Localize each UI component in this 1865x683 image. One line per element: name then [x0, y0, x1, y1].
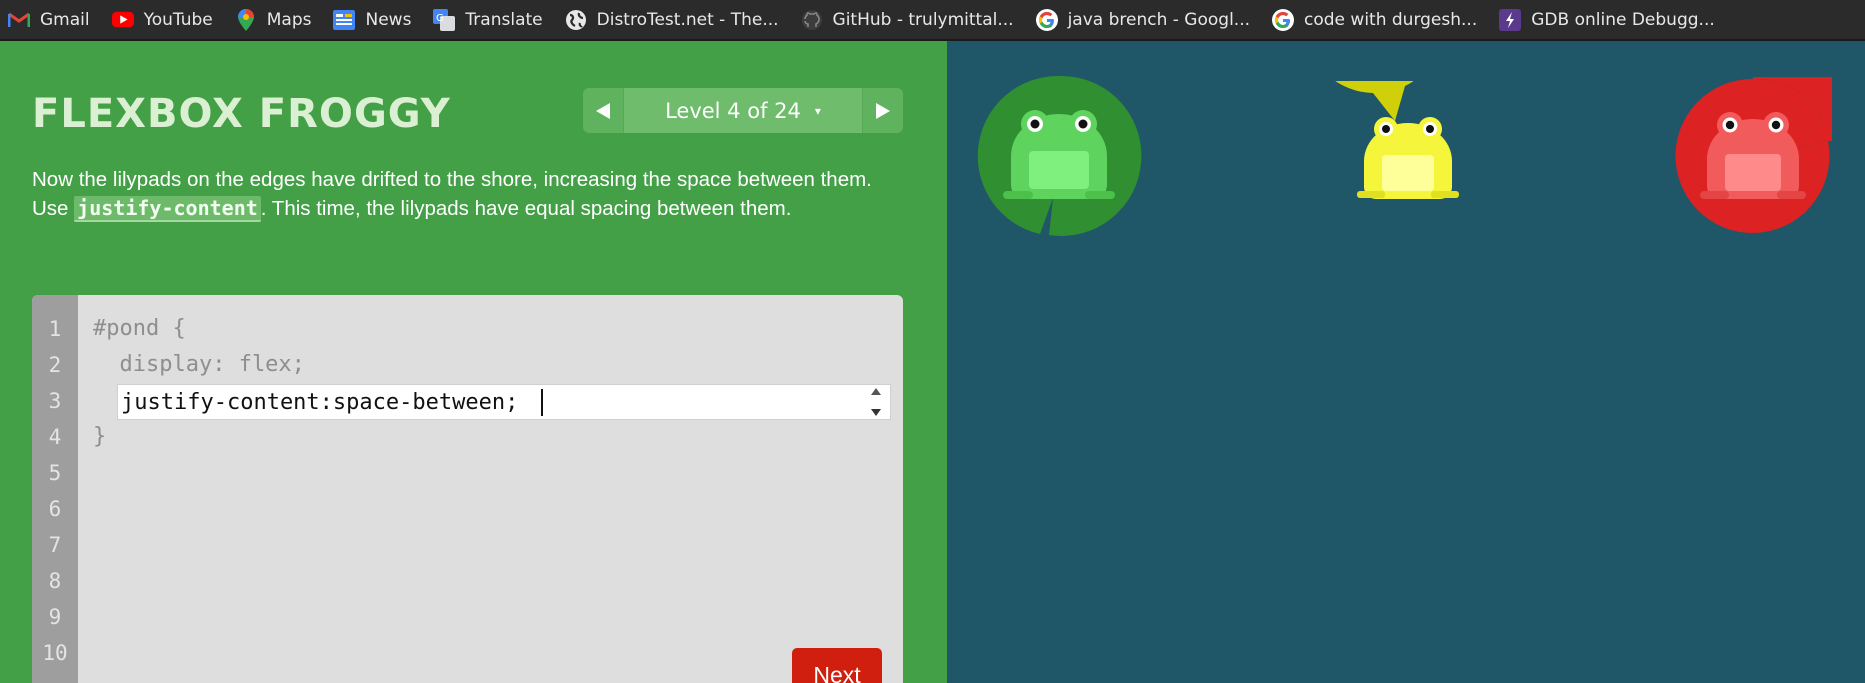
yellow-lilypad	[1335, 81, 1459, 199]
green-lilypad	[977, 75, 1142, 236]
bookmark-label: News	[365, 9, 412, 30]
level-selector[interactable]: Level 4 of 24 ▾	[623, 88, 863, 133]
bookmark-label: GitHub - trulymittal...	[832, 9, 1014, 30]
bookmark-label: Maps	[266, 9, 312, 30]
google-icon	[1272, 8, 1295, 31]
code-line-close-brace: }	[93, 424, 107, 449]
svg-text:G: G	[436, 13, 444, 24]
level-indicator: Level 4 of 24	[665, 98, 801, 123]
line-number: 10	[42, 641, 68, 665]
next-button[interactable]: Next	[792, 648, 882, 683]
css-input[interactable]	[118, 385, 862, 419]
game-title: FLEXBOX FROGGY	[32, 91, 451, 137]
triangle-right-icon	[876, 102, 890, 119]
pond	[947, 41, 1865, 683]
line-number: 9	[48, 605, 62, 629]
bookmark-label: Gmail	[40, 9, 90, 30]
line-number: 2	[48, 353, 62, 377]
line-number: 4	[48, 425, 62, 449]
globe-icon	[565, 9, 587, 31]
level-instructions: Now the lilypads on the edges have drift…	[32, 165, 912, 223]
text-cursor	[541, 389, 543, 416]
bookmark-github[interactable]: GitHub - trulymittal...	[793, 5, 1024, 35]
bookmark-youtube[interactable]: YouTube	[104, 5, 223, 35]
maps-icon	[235, 8, 257, 31]
level-navigation: Level 4 of 24 ▾	[583, 88, 903, 133]
line-number: 5	[48, 461, 62, 485]
code-area: #pond { display: flex; }	[93, 311, 889, 455]
property-code: justify-content	[74, 196, 261, 222]
triangle-left-icon	[596, 102, 610, 119]
bookmark-translate[interactable]: G Translate	[425, 5, 552, 35]
next-level-button[interactable]	[863, 88, 903, 133]
github-icon	[801, 9, 823, 31]
scroll-down-icon[interactable]	[871, 409, 881, 416]
caret-down-icon: ▾	[814, 103, 821, 118]
bookmark-label: DistroTest.net - The...	[596, 9, 779, 30]
bookmark-gdb-online[interactable]: GDB online Debugg...	[1491, 5, 1725, 35]
line-number: 6	[48, 497, 62, 521]
youtube-icon	[111, 9, 134, 31]
line-number: 3	[48, 389, 62, 413]
instructions-panel: FLEXBOX FROGGY Level 4 of 24 ▾ Now the l…	[0, 41, 947, 683]
yellow-frog	[1357, 117, 1459, 199]
scroll-up-icon[interactable]	[871, 388, 881, 395]
gdb-icon	[1499, 8, 1522, 31]
bookmark-label: YouTube	[143, 9, 213, 30]
translate-icon: G	[433, 8, 456, 31]
bookmark-java-brench[interactable]: java brench - Googl...	[1028, 5, 1260, 35]
bookmark-code-with-durgesh[interactable]: code with durgesh...	[1264, 5, 1487, 35]
previous-level-button[interactable]	[583, 88, 623, 133]
line-number: 7	[48, 533, 62, 557]
css-editor: 1 2 3 4 5 6 7 8 9 10 #pond { display: fl…	[32, 295, 903, 683]
bookmark-distrotest[interactable]: DistroTest.net - The...	[557, 5, 789, 35]
bookmark-label: java brench - Googl...	[1067, 9, 1251, 30]
bookmark-news[interactable]: News	[325, 5, 421, 35]
instructions-text-after: . This time, the lilypads have equal spa…	[260, 197, 792, 220]
bookmark-label: GDB online Debugg...	[1531, 9, 1715, 30]
news-icon	[333, 9, 356, 31]
bookmarks-bar: Gmail YouTube Maps News G Translate Dist…	[0, 0, 1865, 41]
code-line-selector: #pond {	[93, 316, 186, 341]
line-number: 1	[48, 317, 62, 341]
google-icon	[1035, 8, 1058, 31]
bookmark-maps[interactable]: Maps	[227, 5, 322, 35]
code-line-display: display: flex;	[93, 352, 305, 377]
red-lilypad	[1675, 77, 1832, 233]
gmail-icon	[8, 9, 30, 31]
line-number: 8	[48, 569, 62, 593]
bookmark-label: Translate	[465, 9, 543, 30]
bookmark-label: code with durgesh...	[1304, 9, 1478, 30]
input-scroll-arrows[interactable]	[866, 388, 886, 416]
line-number-gutter: 1 2 3 4 5 6 7 8 9 10	[32, 295, 78, 683]
bookmark-gmail[interactable]: Gmail	[0, 5, 100, 35]
css-input-box	[117, 384, 891, 420]
